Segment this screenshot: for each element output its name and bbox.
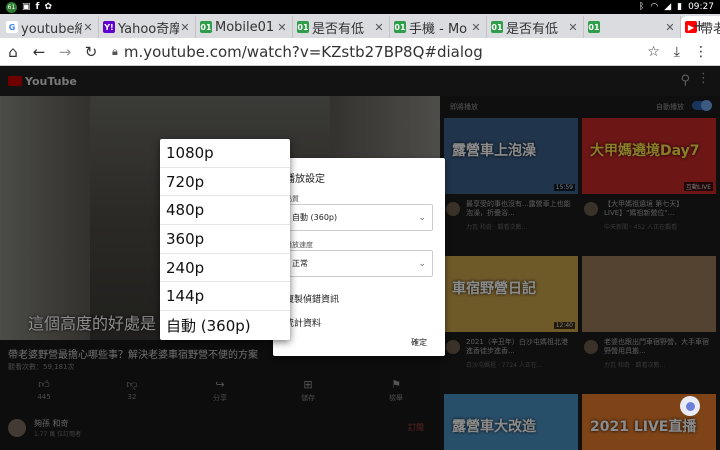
facebook-icon: f xyxy=(35,2,40,12)
playback-settings-dialog: 播放設定 品質 自動 (360p) ⌄ 播放速度 正常 ⌄ 複製偵錯資訊 統計資… xyxy=(273,158,445,356)
floating-bubble-icon[interactable] xyxy=(680,396,700,416)
tab-favicon-icon: Y! xyxy=(103,21,115,33)
quality-option[interactable]: 1080p xyxy=(160,139,290,168)
tab-title: youtube縮 xyxy=(21,21,82,37)
tab-title: 手機 - Mo xyxy=(409,21,468,37)
tab-favicon-icon: 01 xyxy=(588,21,600,33)
browser-tab[interactable]: Gyoutube縮 ✕ xyxy=(2,16,99,38)
close-icon[interactable]: ✕ xyxy=(82,21,94,34)
ok-button[interactable]: 確定 xyxy=(411,337,427,348)
close-icon[interactable]: ✕ xyxy=(276,21,288,34)
close-icon[interactable]: ✕ xyxy=(179,21,191,34)
browser-tab[interactable]: Y! Yahoo奇摩 ✕ xyxy=(99,16,196,38)
browser-tab[interactable]: 01 是否有低 ✕ xyxy=(293,16,390,38)
signal-icon: ◢ xyxy=(664,2,672,12)
browser-tab[interactable]: 01 手機 - Mo ✕ xyxy=(390,16,487,38)
quality-option[interactable]: 144p xyxy=(160,282,290,312)
close-icon[interactable]: ✕ xyxy=(567,21,579,34)
status-bar: 61 ▣ f ✿ ᛒ ◠ ◢ ▮ 09:27 xyxy=(0,0,720,14)
tab-favicon-icon: G xyxy=(6,21,18,33)
url-text: m.youtube.com/watch?v=KZstb27BP8Q#dialog xyxy=(123,42,483,61)
stats-for-nerds-option[interactable]: 統計資料 xyxy=(285,316,321,329)
clock: 09:27 xyxy=(688,2,714,12)
tab-title: Mobile01 xyxy=(215,19,275,35)
download-icon[interactable]: ⤓ xyxy=(674,44,680,60)
battery-icon: ▮ xyxy=(677,2,683,12)
quality-select-value: 自動 (360p) xyxy=(292,213,338,222)
tab-title: 是否有低 xyxy=(506,21,559,37)
chevron-down-icon: ⌄ xyxy=(418,258,426,269)
browser-tab[interactable]: 01 Mobile01 ✕ xyxy=(196,16,293,38)
tab-title: 是否有低 xyxy=(312,21,365,37)
quality-option[interactable]: 自動 (360p) xyxy=(160,311,290,340)
speed-select-value: 正常 xyxy=(292,259,308,268)
browser-tab[interactable]: 01 ✕ xyxy=(584,16,681,38)
notification-badge-icon: 61 xyxy=(6,1,17,13)
quality-option[interactable]: 720p xyxy=(160,168,290,197)
bluetooth-icon: ᛒ xyxy=(638,2,645,12)
quality-option[interactable]: 240p xyxy=(160,254,290,283)
screen: 61 ▣ f ✿ ᛒ ◠ ◢ ▮ 09:27 Gyoutube縮 ✕ Y! Yahoo… xyxy=(0,0,720,450)
tab-title: Yahoo奇摩 xyxy=(118,21,179,37)
browser-tab[interactable]: 01 是否有低 ✕ xyxy=(487,16,584,38)
photo-icon: ▣ xyxy=(22,2,31,12)
tab-strip: Gyoutube縮 ✕ Y! Yahoo奇摩 ✕ 01 Mobile01 ✕ 01 是否有低 ✕ 01… xyxy=(0,14,720,38)
battery-saver-icon: ✿ xyxy=(44,2,52,12)
speed-select[interactable]: 正常 ⌄ xyxy=(285,250,433,277)
tab-favicon-icon: 01 xyxy=(297,21,309,33)
wifi-icon: ◠ xyxy=(650,2,659,12)
dialog-title: 播放設定 xyxy=(285,174,325,185)
tab-favicon-icon: 01 xyxy=(491,21,503,33)
quality-option[interactable]: 360p xyxy=(160,225,290,254)
quality-dropdown-list: 1080p 720p 480p 360p 240p 144p 自動 (360p) xyxy=(160,139,290,340)
reload-icon[interactable]: ↻ xyxy=(78,43,104,61)
close-icon[interactable]: ✕ xyxy=(470,21,482,34)
quality-select[interactable]: 自動 (360p) ⌄ xyxy=(285,204,433,231)
copy-debug-info-option[interactable]: 複製偵錯資訊 xyxy=(285,292,339,305)
quality-option[interactable]: 480p xyxy=(160,196,290,226)
forward-icon[interactable]: → xyxy=(52,43,78,61)
star-icon[interactable]: ☆ xyxy=(647,44,660,60)
home-icon[interactable]: ⌂ xyxy=(0,43,26,61)
close-icon[interactable]: ✕ xyxy=(664,21,676,34)
url-field[interactable]: 🔒︎ m.youtube.com/watch?v=KZstb27BP8Q#dia… xyxy=(112,43,647,61)
close-icon[interactable]: ✕ xyxy=(373,21,385,34)
menu-icon[interactable]: ⋮ xyxy=(694,44,708,60)
tab-favicon-icon: 01 xyxy=(200,21,212,33)
tab-favicon-icon: 01 xyxy=(394,21,406,33)
new-tab-button[interactable]: + xyxy=(693,16,706,35)
bubble-dot xyxy=(685,401,695,411)
chevron-down-icon: ⌄ xyxy=(418,212,426,223)
back-icon[interactable]: ← xyxy=(26,43,52,61)
lock-icon: 🔒︎ xyxy=(112,44,118,58)
address-bar: ⌂ ← → ↻ 🔒︎ m.youtube.com/watch?v=KZstb27… xyxy=(0,38,720,66)
